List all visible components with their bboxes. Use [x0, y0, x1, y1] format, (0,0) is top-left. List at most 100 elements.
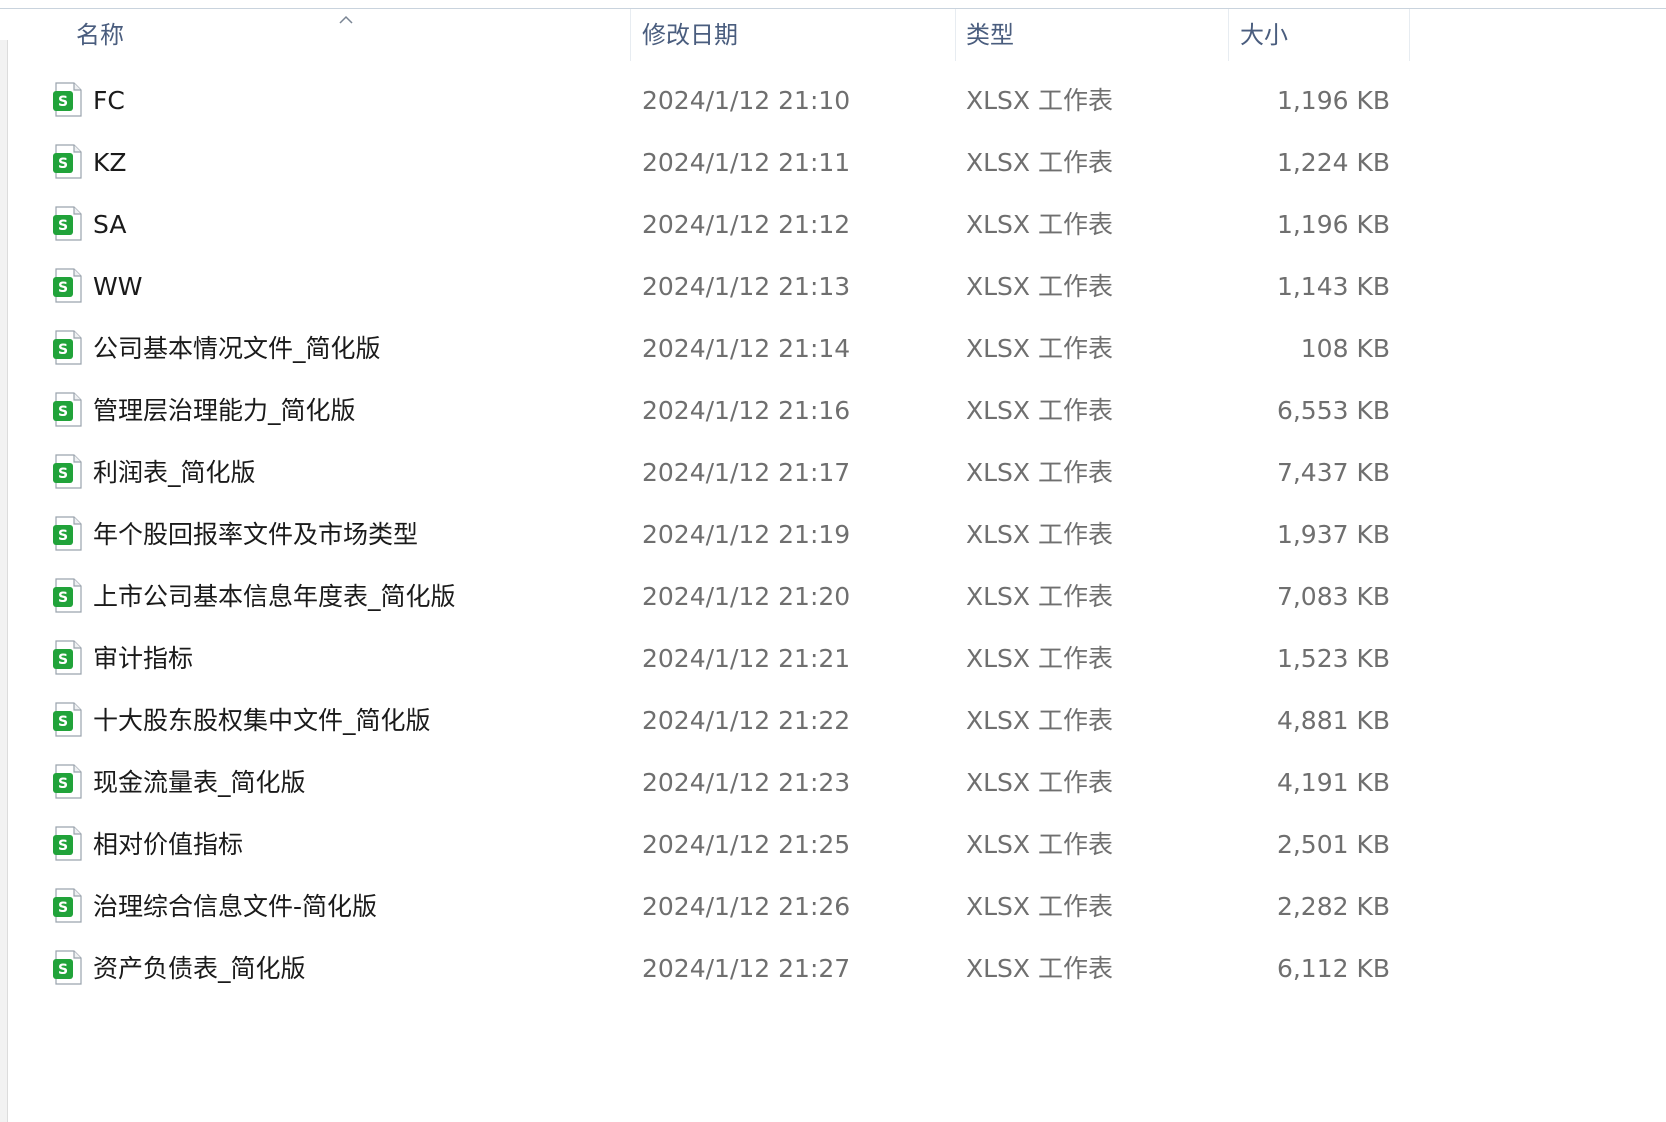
file-row[interactable]: S KZ 2024/1/12 21:11 XLSX 工作表 1,224 KB: [0, 132, 1410, 194]
file-name: 管理层治理能力_简化版: [93, 396, 356, 425]
file-name: 年个股回报率文件及市场类型: [93, 520, 419, 549]
file-row[interactable]: S 利润表_简化版 2024/1/12 21:17 XLSX 工作表 7,437…: [0, 442, 1410, 504]
file-size: 1,937 KB: [1276, 520, 1390, 549]
xlsx-spreadsheet-icon: S: [53, 826, 82, 861]
file-explorer-window: 名称 修改日期 类型 大小 S FC 2024/1/12 21:10 XLSX …: [0, 0, 1666, 1122]
file-name: WW: [93, 272, 143, 301]
svg-text:S: S: [58, 714, 68, 730]
svg-text:S: S: [58, 404, 68, 420]
file-modified-date: 2024/1/12 21:12: [642, 210, 851, 239]
svg-text:S: S: [58, 962, 68, 978]
file-type: XLSX 工作表: [966, 582, 1113, 611]
file-row[interactable]: S FC 2024/1/12 21:10 XLSX 工作表 1,196 KB: [0, 70, 1410, 132]
file-type: XLSX 工作表: [966, 892, 1113, 921]
column-header-type[interactable]: 类型: [966, 9, 1014, 61]
file-row[interactable]: S 相对价值指标 2024/1/12 21:25 XLSX 工作表 2,501 …: [0, 814, 1410, 876]
xlsx-spreadsheet-icon: S: [53, 950, 82, 985]
xlsx-spreadsheet-icon: S: [53, 702, 82, 737]
file-size: 6,553 KB: [1276, 396, 1390, 425]
file-type: XLSX 工作表: [966, 148, 1113, 177]
file-name: 治理综合信息文件-简化版: [93, 892, 378, 921]
file-name: 公司基本情况文件_简化版: [93, 334, 381, 363]
file-name: 审计指标: [93, 644, 194, 673]
file-name: SA: [93, 210, 127, 239]
file-name: 相对价值指标: [93, 830, 244, 859]
file-modified-date: 2024/1/12 21:20: [642, 582, 851, 611]
file-type: XLSX 工作表: [966, 458, 1113, 487]
column-divider[interactable]: [1409, 9, 1410, 61]
file-size: 2,282 KB: [1276, 892, 1390, 921]
file-type: XLSX 工作表: [966, 334, 1113, 363]
svg-text:S: S: [58, 218, 68, 234]
file-size: 7,437 KB: [1276, 458, 1390, 487]
file-type: XLSX 工作表: [966, 210, 1113, 239]
svg-text:S: S: [58, 900, 68, 916]
file-list: S FC 2024/1/12 21:10 XLSX 工作表 1,196 KB S…: [0, 70, 1410, 1000]
file-modified-date: 2024/1/12 21:27: [642, 954, 851, 983]
xlsx-spreadsheet-icon: S: [53, 454, 82, 489]
xlsx-spreadsheet-icon: S: [53, 144, 82, 179]
file-modified-date: 2024/1/12 21:25: [642, 830, 851, 859]
xlsx-spreadsheet-icon: S: [53, 392, 82, 427]
file-modified-date: 2024/1/12 21:21: [642, 644, 851, 673]
xlsx-spreadsheet-icon: S: [53, 764, 82, 799]
file-size: 1,523 KB: [1276, 644, 1390, 673]
sort-ascending-icon: [339, 15, 353, 24]
file-name: 利润表_简化版: [93, 458, 256, 487]
xlsx-spreadsheet-icon: S: [53, 640, 82, 675]
svg-text:S: S: [58, 342, 68, 358]
file-name: 现金流量表_简化版: [93, 768, 306, 797]
file-size: 108 KB: [1300, 334, 1390, 363]
xlsx-spreadsheet-icon: S: [53, 82, 82, 117]
file-name: 资产负债表_简化版: [93, 954, 306, 983]
xlsx-spreadsheet-icon: S: [53, 330, 82, 365]
file-row[interactable]: S 审计指标 2024/1/12 21:21 XLSX 工作表 1,523 KB: [0, 628, 1410, 690]
file-modified-date: 2024/1/12 21:22: [642, 706, 851, 735]
svg-text:S: S: [58, 776, 68, 792]
file-size: 1,224 KB: [1276, 148, 1390, 177]
svg-text:S: S: [58, 280, 68, 296]
file-row[interactable]: S 公司基本情况文件_简化版 2024/1/12 21:14 XLSX 工作表 …: [0, 318, 1410, 380]
file-row[interactable]: S SA 2024/1/12 21:12 XLSX 工作表 1,196 KB: [0, 194, 1410, 256]
svg-text:S: S: [58, 652, 68, 668]
file-row[interactable]: S 十大股东股权集中文件_简化版 2024/1/12 21:22 XLSX 工作…: [0, 690, 1410, 752]
file-type: XLSX 工作表: [966, 706, 1113, 735]
file-modified-date: 2024/1/12 21:23: [642, 768, 851, 797]
file-modified-date: 2024/1/12 21:16: [642, 396, 851, 425]
column-divider[interactable]: [630, 9, 631, 61]
file-row[interactable]: S 管理层治理能力_简化版 2024/1/12 21:16 XLSX 工作表 6…: [0, 380, 1410, 442]
file-size: 6,112 KB: [1276, 954, 1390, 983]
file-type: XLSX 工作表: [966, 954, 1113, 983]
file-modified-date: 2024/1/12 21:14: [642, 334, 851, 363]
file-size: 1,196 KB: [1276, 210, 1390, 239]
file-row[interactable]: S 治理综合信息文件-简化版 2024/1/12 21:26 XLSX 工作表 …: [0, 876, 1410, 938]
file-row[interactable]: S 年个股回报率文件及市场类型 2024/1/12 21:19 XLSX 工作表…: [0, 504, 1410, 566]
file-row[interactable]: S 上市公司基本信息年度表_简化版 2024/1/12 21:20 XLSX 工…: [0, 566, 1410, 628]
file-size: 4,881 KB: [1276, 706, 1390, 735]
file-name: FC: [93, 86, 125, 115]
file-row[interactable]: S 现金流量表_简化版 2024/1/12 21:23 XLSX 工作表 4,1…: [0, 752, 1410, 814]
column-divider[interactable]: [955, 9, 956, 61]
svg-text:S: S: [58, 94, 68, 110]
column-divider[interactable]: [1228, 9, 1229, 61]
xlsx-spreadsheet-icon: S: [53, 516, 82, 551]
file-type: XLSX 工作表: [966, 520, 1113, 549]
xlsx-spreadsheet-icon: S: [53, 578, 82, 613]
column-header-name[interactable]: 名称: [76, 9, 124, 61]
file-type: XLSX 工作表: [966, 396, 1113, 425]
svg-text:S: S: [58, 156, 68, 172]
file-row[interactable]: S 资产负债表_简化版 2024/1/12 21:27 XLSX 工作表 6,1…: [0, 938, 1410, 1000]
file-name: 上市公司基本信息年度表_简化版: [93, 582, 456, 611]
column-header-date[interactable]: 修改日期: [642, 9, 738, 61]
file-type: XLSX 工作表: [966, 86, 1113, 115]
file-modified-date: 2024/1/12 21:19: [642, 520, 851, 549]
file-row[interactable]: S WW 2024/1/12 21:13 XLSX 工作表 1,143 KB: [0, 256, 1410, 318]
file-modified-date: 2024/1/12 21:13: [642, 272, 851, 301]
file-size: 1,196 KB: [1276, 86, 1390, 115]
column-header-bar: 名称 修改日期 类型 大小: [0, 9, 1410, 61]
svg-text:S: S: [58, 466, 68, 482]
column-header-size[interactable]: 大小: [1240, 9, 1288, 61]
file-name: 十大股东股权集中文件_简化版: [93, 706, 431, 735]
file-size: 7,083 KB: [1276, 582, 1390, 611]
svg-text:S: S: [58, 590, 68, 606]
